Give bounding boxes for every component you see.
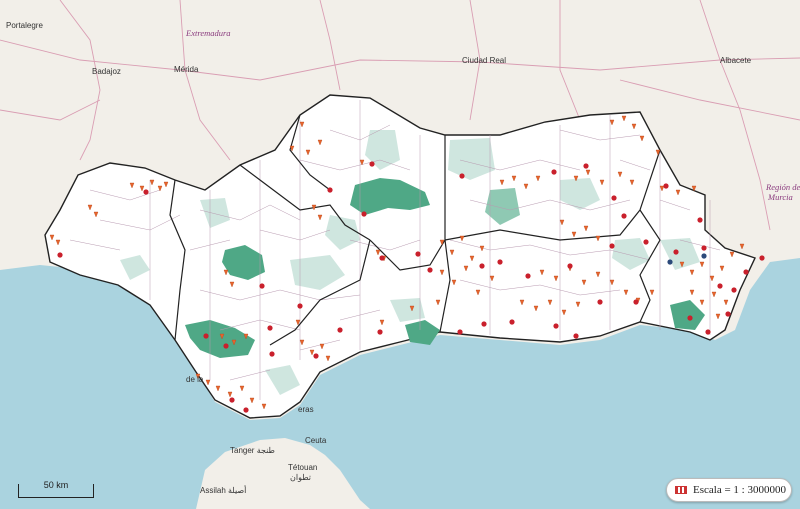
map-view[interactable]: Portalegre Extremadura Badajoz Mérida Ci… [0, 0, 800, 509]
scale-legend: Escala = 1 : 3000000 [666, 478, 792, 502]
label-region-murcia-1: Región de [765, 182, 800, 192]
label-tetouan-ar: تطوان [290, 473, 311, 482]
label-region-murcia-2: Murcia [767, 192, 793, 202]
label-albacete: Albacete [720, 56, 752, 65]
legend-label: Escala = 1 : 3000000 [693, 484, 786, 496]
label-ciudad-real: Ciudad Real [462, 56, 506, 65]
scale-bar: 50 km [18, 480, 94, 498]
label-tetouan: Tétouan [288, 463, 317, 472]
legend-swatch-icon [675, 486, 687, 494]
label-assilah: Assilah أصيلة [200, 484, 246, 495]
scale-bar-label: 50 km [43, 480, 69, 490]
label-gibraltar-fragment: eras [298, 405, 314, 414]
label-badajoz: Badajoz [92, 67, 121, 76]
label-extremadura: Extremadura [185, 28, 231, 38]
label-de-la: de la [186, 375, 204, 384]
label-tanger: Tanger طنجة [230, 446, 275, 455]
map-canvas: Portalegre Extremadura Badajoz Mérida Ci… [0, 0, 800, 509]
label-ceuta: Ceuta [305, 436, 327, 445]
label-merida: Mérida [174, 65, 199, 74]
label-portalegre: Portalegre [6, 21, 43, 30]
